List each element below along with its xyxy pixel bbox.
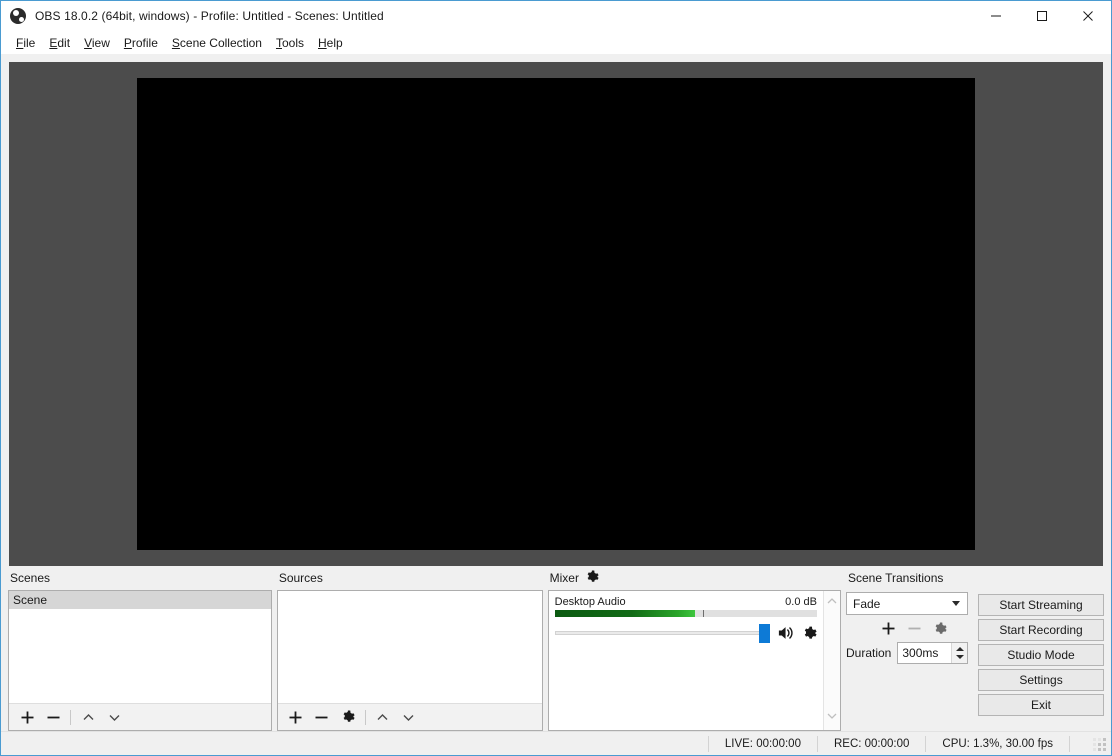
mixer-channel-name: Desktop Audio [554,596,626,608]
start-streaming-button[interactable]: Start Streaming [978,594,1104,616]
scenes-toolbar [9,703,271,730]
channel-settings-gear-icon[interactable] [802,626,817,641]
close-button[interactable] [1065,1,1111,31]
duration-row: Duration 300ms [845,642,969,664]
status-rec: REC: 00:00:00 [816,735,925,752]
sources-title: Sources [278,571,323,585]
status-live: LIVE: 00:00:00 [707,735,817,752]
studio-mode-button[interactable]: Studio Mode [978,644,1104,666]
status-cpu: CPU: 1.3%, 30.00 fps [925,735,1069,752]
scenes-list[interactable]: Scene [9,591,271,703]
transition-select[interactable]: Fade [845,592,969,615]
toolbar-divider [364,709,366,725]
volume-slider-track [554,631,770,635]
menu-edit[interactable]: Edit [42,34,77,52]
transition-tools [846,615,968,642]
remove-source-button[interactable] [309,705,335,729]
scenes-panel: Scene [8,590,272,731]
scroll-up-icon[interactable] [826,594,838,612]
mixer-channel-header: Desktop Audio 0.0 dB [555,596,817,608]
move-scene-down-button[interactable] [101,705,127,729]
title-bar-left: OBS 18.0.2 (64bit, windows) - Profile: U… [1,8,973,24]
remove-scene-button[interactable] [40,705,66,729]
duration-decrement-icon[interactable] [955,655,964,659]
audio-level-meter [554,610,817,617]
mixer-dock: Mixer Desktop Audio 0.0 dB [547,566,841,731]
window-controls [973,1,1111,31]
status-bar: LIVE: 00:00:00 REC: 00:00:00 CPU: 1.3%, … [1,731,1111,755]
mixer-title: Mixer [549,571,579,585]
sources-dock: Sources [276,566,543,731]
add-source-button[interactable] [283,705,309,729]
mixer-channel-level: 0.0 dB [785,596,817,608]
add-scene-button[interactable] [14,705,40,729]
window-title: OBS 18.0.2 (64bit, windows) - Profile: U… [35,9,384,23]
audio-level-fill [554,610,695,617]
menu-help[interactable]: Help [311,34,350,52]
mixer-settings-gear-icon[interactable] [585,570,599,587]
controls-dock: Start Streaming Start Recording Studio M… [978,592,1104,716]
resize-grip-icon[interactable] [1093,737,1107,751]
preview-canvas[interactable] [137,78,975,550]
scenes-title: Scenes [10,571,51,585]
move-source-down-button[interactable] [396,705,422,729]
transitions-dock: Scene Transitions Fade Duration 300ms St… [845,566,1104,731]
duration-value: 300ms [902,646,939,660]
move-source-up-button[interactable] [370,705,396,729]
start-recording-button[interactable]: Start Recording [978,619,1104,641]
menu-profile[interactable]: Profile [117,34,165,52]
remove-transition-button[interactable] [903,617,925,641]
settings-button[interactable]: Settings [978,669,1104,691]
list-item[interactable]: Scene [9,591,271,609]
menu-tools[interactable]: Tools [269,34,311,52]
transitions-left: Fade Duration 300ms [845,592,969,716]
scenes-dock: Scenes Scene [8,566,272,731]
duration-label: Duration [845,646,892,660]
minimize-button[interactable] [973,1,1019,31]
sources-panel [276,590,543,731]
mixer-inner: Desktop Audio 0.0 dB [549,591,840,730]
obs-logo-icon [10,8,26,24]
menu-file[interactable]: File [9,34,42,52]
toolbar-divider [70,709,71,725]
transitions-title: Scene Transitions [847,571,944,585]
mixer-channel-list: Desktop Audio 0.0 dB [549,591,823,730]
transition-properties-gear-icon[interactable] [929,617,951,641]
menu-view[interactable]: View [77,34,117,52]
duration-increment-icon[interactable] [955,647,964,651]
menu-scene-collection[interactable]: Scene Collection [165,34,269,52]
preview-area[interactable] [9,62,1103,566]
mixer-title-row: Mixer [548,566,841,590]
move-scene-up-button[interactable] [75,705,101,729]
obs-main-window: OBS 18.0.2 (64bit, windows) - Profile: U… [0,0,1112,756]
exit-button[interactable]: Exit [978,694,1104,716]
add-transition-button[interactable] [877,617,899,641]
mute-speaker-icon[interactable] [777,625,795,641]
mixer-channel: Desktop Audio 0.0 dB [554,596,817,643]
dock-row: Scenes Scene Sources Mixer Desktop Audio… [1,566,1111,731]
preview-container [1,54,1111,566]
duration-stepper[interactable]: 300ms [897,642,969,664]
transition-selected-value: Fade [852,596,881,611]
mixer-scrollbar[interactable] [822,591,840,730]
mixer-panel: Desktop Audio 0.0 dB [547,590,841,731]
scroll-down-icon[interactable] [826,709,838,727]
duration-spin-buttons[interactable] [951,643,968,663]
chevron-down-icon [952,601,961,606]
volume-slider-handle[interactable] [758,624,770,643]
audio-peak-tick [702,610,704,617]
volume-row [554,623,817,643]
transitions-body: Fade Duration 300ms Start Streaming Star… [845,590,1104,716]
title-bar: OBS 18.0.2 (64bit, windows) - Profile: U… [1,1,1111,31]
status-spacer [1069,735,1089,752]
sources-toolbar [277,703,542,730]
volume-slider[interactable] [554,623,770,643]
scene-name: Scene [13,593,48,607]
menu-bar: File Edit View Profile Scene Collection … [1,31,1111,54]
maximize-button[interactable] [1019,1,1065,31]
sources-list[interactable] [277,591,542,703]
source-properties-button[interactable] [335,705,361,729]
